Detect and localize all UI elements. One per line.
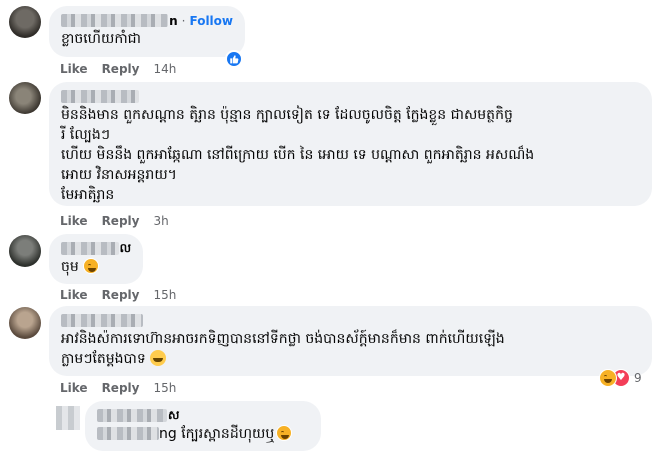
author-name-fragment: ស — [168, 407, 180, 422]
avatar[interactable] — [56, 406, 80, 430]
avatar[interactable] — [9, 307, 41, 339]
comment-text: មិននិងមាន ពួកសណ្ដាន តិរ្ឆាន ប៉ុន្មាន ក្ប… — [61, 105, 640, 205]
blurred-name — [61, 90, 139, 103]
like-icon — [225, 50, 243, 68]
comment-text: ng ក្បែរស្ពានដីហុយឬ — [97, 424, 309, 444]
author-name-fragment: ល — [119, 240, 131, 255]
comment-author[interactable]: ស — [97, 407, 309, 424]
blurred-name — [61, 14, 169, 27]
comment-text: ចុម — [61, 257, 131, 277]
like-button[interactable]: Like — [60, 214, 88, 228]
comment-line: អោយ វិនាសអន្តរាយ។ — [61, 167, 177, 183]
like-button[interactable]: Like — [60, 288, 88, 302]
reaction-summary[interactable]: ♥ 9 — [599, 369, 642, 387]
blurred-mention — [97, 427, 159, 440]
smiling-emoji-icon — [150, 350, 167, 366]
haha-emoji-icon — [599, 369, 617, 387]
comment-author[interactable] — [61, 312, 640, 329]
timestamp[interactable]: 3h — [153, 214, 168, 228]
comment-bubble: មិននិងមាន ពួកសណ្ដាន តិរ្ឆាន ប៉ុន្មាន ក្ប… — [49, 82, 652, 206]
timestamp[interactable]: 14h — [153, 62, 176, 76]
comment-author[interactable]: n · Follow — [61, 12, 233, 29]
comment-line: រី ល្បែងៗ — [61, 127, 110, 143]
comment-actions: Like Reply 3h — [60, 213, 169, 229]
comment-bubble: ស ng ក្បែរស្ពានដីហុយឬ — [85, 401, 321, 451]
reply-button[interactable]: Reply — [102, 381, 140, 395]
comment-actions: Like Reply 14h — [60, 61, 176, 77]
blurred-name — [61, 314, 143, 327]
reply-button[interactable]: Reply — [102, 62, 140, 76]
comment-line: មែអាតិរ្ឆាន — [61, 187, 115, 203]
reaction-summary[interactable] — [225, 50, 243, 68]
follow-button[interactable]: Follow — [189, 14, 233, 28]
comment-line: ក្លាមៗតែម្ដងបាទ — [61, 349, 640, 369]
comment-author[interactable]: ល — [61, 240, 131, 257]
comment-bubble: ល ចុម — [49, 234, 143, 284]
reply-button[interactable]: Reply — [102, 288, 140, 302]
timestamp[interactable]: 15h — [153, 381, 176, 395]
like-button[interactable]: Like — [60, 62, 88, 76]
comment-actions: Like Reply 15h — [60, 287, 176, 303]
author-name-fragment: n — [169, 13, 178, 28]
like-button[interactable]: Like — [60, 381, 88, 395]
reply-button[interactable]: Reply — [102, 214, 140, 228]
haha-emoji-icon — [83, 258, 100, 274]
comment-line: ng ក្បែរស្ពានដីហុយឬ — [97, 424, 309, 444]
comment-line: ខ្លាចហើយកាំជា — [61, 31, 141, 47]
separator-dot: · — [181, 13, 186, 28]
comment-line: ហើយ មិននឹង ពួកអាឆ្កែណា នៅពីក្រោយ បើក នៃ … — [61, 147, 535, 163]
avatar[interactable] — [9, 6, 41, 38]
comment-line: មិននិងមាន ពួកសណ្ដាន តិរ្ឆាន ប៉ុន្មាន ក្ប… — [61, 107, 513, 123]
comment-bubble: អាវនិងស៉ការទោហ៊ានអាចរកទិញបាននៅទីកថ្លា ចង… — [49, 306, 652, 376]
avatar[interactable] — [9, 235, 41, 267]
blurred-name — [97, 409, 167, 422]
comment-line: ចុម — [61, 257, 131, 277]
haha-emoji-icon — [276, 425, 293, 441]
comment-text: អាវនិងស៉ការទោហ៊ានអាចរកទិញបាននៅទីកថ្លា ចង… — [61, 329, 640, 369]
timestamp[interactable]: 15h — [153, 288, 176, 302]
comment-author[interactable] — [61, 88, 640, 105]
avatar[interactable] — [9, 82, 41, 114]
reaction-count: 9 — [634, 371, 642, 385]
comment-line: អាវនិងស៉ការទោហ៊ានអាចរកទិញបាននៅទីកថ្លា ចង… — [61, 331, 505, 347]
blurred-name — [61, 242, 119, 255]
comment-actions: Like Reply 15h — [60, 380, 176, 396]
comment-bubble: n · Follow ខ្លាចហើយកាំជា — [49, 6, 245, 57]
comment-text: ខ្លាចហើយកាំជា — [61, 29, 233, 49]
